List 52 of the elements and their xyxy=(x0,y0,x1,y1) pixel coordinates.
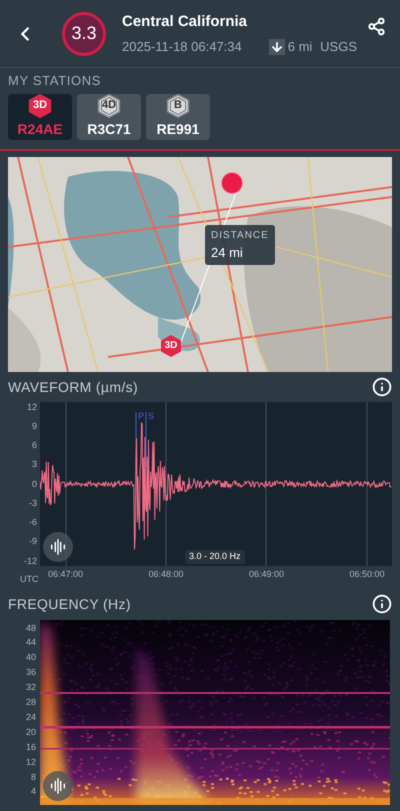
magnitude-badge: 3.3 xyxy=(62,12,106,56)
axis-tick: 12 xyxy=(26,756,36,767)
audio-wave-icon[interactable] xyxy=(43,532,73,562)
axis-tick: 06:50:00 xyxy=(350,568,385,580)
event-datetime: 2025-11-18 06:47:34 xyxy=(122,38,242,56)
axis-tick: 16 xyxy=(26,742,36,752)
station-tab[interactable]: 4D R3C71 xyxy=(77,94,141,140)
axis-tick: 9 xyxy=(32,420,37,431)
share-icon[interactable] xyxy=(367,17,386,36)
filter-label: 3.0 - 20.0 Hz xyxy=(185,550,245,564)
chart-title: FREQUENCY (Hz) xyxy=(8,594,131,614)
axis-tick: 44 xyxy=(26,637,36,648)
station-tab[interactable]: B RE991 xyxy=(146,94,210,140)
tooltip-label: DISTANCE xyxy=(211,228,269,242)
depth-icon xyxy=(268,38,285,55)
section-label: MY STATIONS xyxy=(7,72,102,90)
axis-tick: 28 xyxy=(26,697,36,708)
tooltip-value: 24 mi xyxy=(211,244,244,262)
axis-tick: 32 xyxy=(26,682,36,692)
axis-tick: 20 xyxy=(26,726,36,737)
axis-tick: 48 xyxy=(26,622,36,632)
info-icon[interactable] xyxy=(372,377,392,397)
axis-tick: 3 xyxy=(32,459,37,470)
axis-tick: -12 xyxy=(24,556,37,566)
axis-tick: 06:48:00 xyxy=(148,568,184,580)
event-title: Central California xyxy=(122,12,248,32)
axis-tick: 36 xyxy=(26,667,36,678)
axis-tick: -6 xyxy=(28,517,37,527)
axis-tick: 06:47:00 xyxy=(48,568,84,580)
axis-tick: 24 xyxy=(26,712,36,722)
station-tab[interactable]: 3D R24AE xyxy=(8,94,72,140)
hexagon-badge: 4D xyxy=(96,94,122,118)
chart-title: WAVEFORM (µm/s) xyxy=(8,378,138,397)
hexagon-badge: B xyxy=(165,94,191,118)
axis-tick: -3 xyxy=(28,498,37,508)
station-marker: 3D xyxy=(160,334,182,356)
axis-tick: 06:49:00 xyxy=(249,568,284,580)
axis-tick: 0 xyxy=(32,478,37,488)
phase-label: S xyxy=(148,410,154,422)
info-icon[interactable] xyxy=(372,594,392,614)
hexagon-badge: 3D xyxy=(27,94,53,118)
phase-marker xyxy=(145,412,147,466)
axis-tick: 12 xyxy=(26,402,37,412)
event-depth: 6 mi xyxy=(288,38,312,56)
phase-label: P xyxy=(138,410,144,422)
axis-tick: -9 xyxy=(28,536,37,546)
axis-tick: 40 xyxy=(26,652,36,662)
axis-tick: 4 xyxy=(30,786,36,796)
axis-tick: 8 xyxy=(30,772,36,782)
axis-tick: 6 xyxy=(32,440,37,450)
axis-unit: UTC xyxy=(20,572,38,586)
event-source: USGS xyxy=(320,38,357,56)
